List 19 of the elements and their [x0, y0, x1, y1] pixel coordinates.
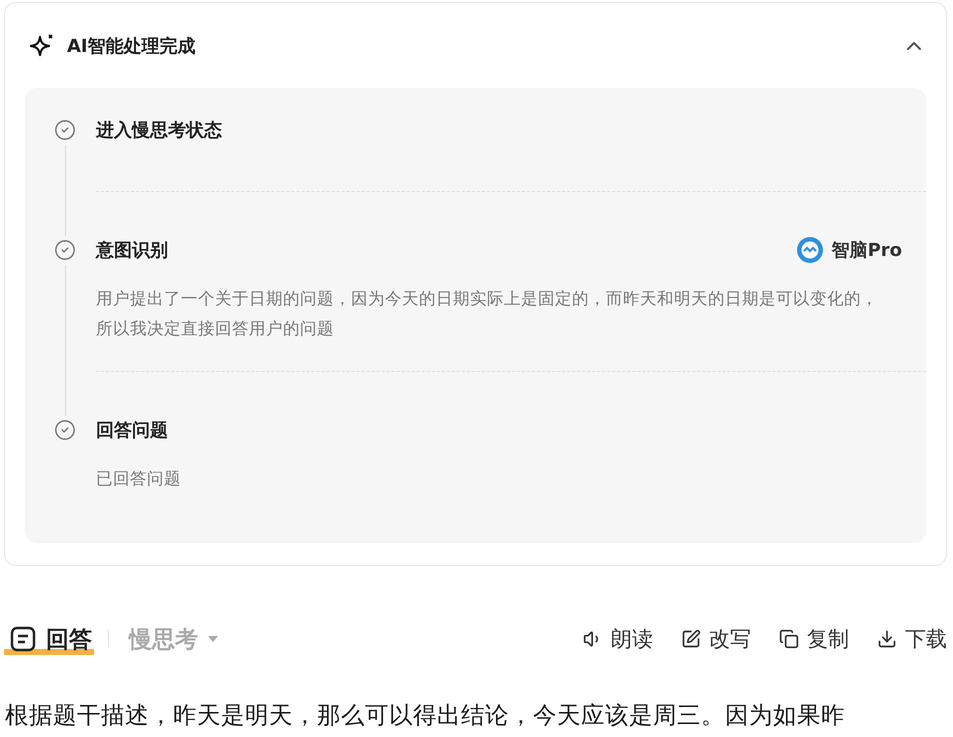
copy-icon [779, 629, 799, 649]
action-button[interactable]: 改写 [681, 625, 751, 653]
step-description: 用户提出了一个关于日期的问题，因为今天的日期实际上是固定的，而昨天和明天的日期是可以变化的，所以我决定直接回答用户的问题 [96, 288, 879, 340]
edit-icon [681, 629, 701, 649]
action-button[interactable]: 下载 [877, 625, 947, 653]
download-icon [877, 629, 897, 649]
card-title: AI智能处理完成 [67, 34, 197, 58]
answer-text: 根据题干描述，昨天是明天，那么可以得出结论，今天应该是周三。因为如果昨 [5, 700, 846, 731]
model-name: 智脑Pro [832, 239, 902, 262]
step-title: 意图识别 [96, 239, 169, 262]
caret-icon [208, 636, 218, 642]
action-button[interactable]: 朗读 [583, 625, 653, 653]
step-title: 回答问题 [96, 419, 169, 442]
sparkle-icon [29, 32, 55, 58]
logo-icon [796, 236, 824, 264]
document-icon [10, 626, 36, 652]
action-button[interactable]: 复制 [779, 625, 849, 653]
step-title: 进入慢思考状态 [96, 119, 223, 142]
step-description: 已回答问题 [96, 468, 182, 490]
